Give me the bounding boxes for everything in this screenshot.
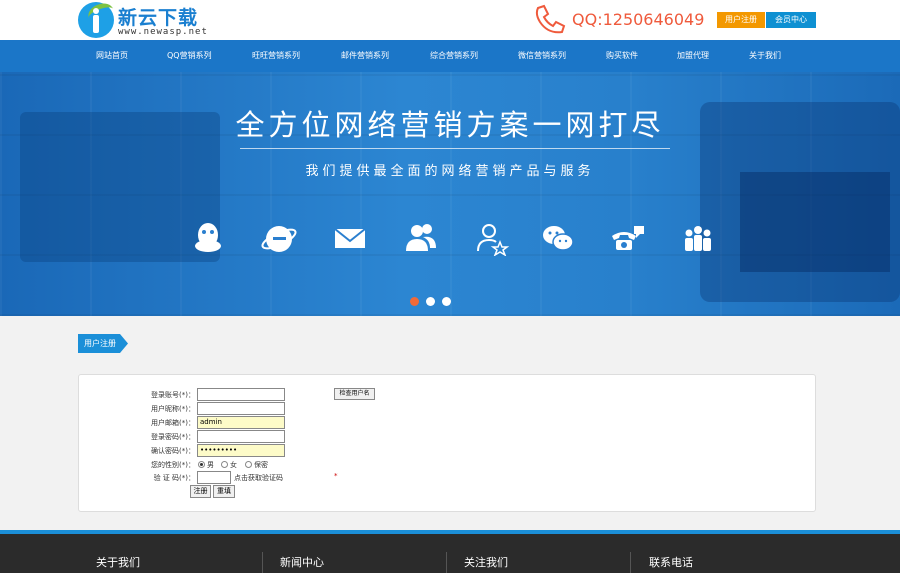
label-nickname: 用户昵称(*)： bbox=[151, 405, 195, 413]
email-input[interactable]: admin bbox=[197, 416, 285, 429]
nav-item-buy[interactable]: 购买软件 bbox=[606, 40, 638, 72]
users-icon[interactable] bbox=[403, 220, 439, 256]
gender-radio-secret[interactable] bbox=[245, 461, 252, 468]
banner-shade bbox=[740, 172, 890, 272]
logo-mark-icon bbox=[78, 2, 114, 38]
label-password: 登录密码(*)： bbox=[151, 433, 195, 441]
slider-dot-2[interactable] bbox=[426, 297, 435, 306]
account-input[interactable] bbox=[197, 388, 285, 401]
reset-button[interactable]: 重填 bbox=[213, 485, 235, 498]
label-gender: 您的性别(*)： bbox=[151, 461, 195, 469]
nav-item-about[interactable]: 关于我们 bbox=[749, 40, 781, 72]
nav-item-qq[interactable]: QQ营销系列 bbox=[167, 40, 212, 72]
site-logo[interactable]: 新云下载 www.newasp.net bbox=[78, 2, 218, 38]
member-center-button[interactable]: 会员中心 bbox=[766, 12, 816, 28]
site-header: 新云下载 www.newasp.net QQ:1250646049 用户注册 会… bbox=[0, 0, 900, 40]
banner-title: 全方位网络营销方案一网打尽 bbox=[235, 108, 665, 142]
nav-item-home[interactable]: 网站首页 bbox=[96, 40, 128, 72]
telephone-icon[interactable] bbox=[610, 220, 646, 256]
banner-divider bbox=[240, 148, 670, 149]
footer-divider bbox=[446, 552, 447, 573]
qq-icon[interactable] bbox=[190, 220, 226, 256]
hero-banner: 全方位网络营销方案一网打尽 我们提供最全面的网络营销产品与服务 bbox=[0, 72, 900, 316]
confirm-password-input[interactable]: ••••••••• bbox=[197, 444, 285, 457]
footer-news[interactable]: 新闻中心 bbox=[280, 554, 324, 570]
password-input[interactable] bbox=[197, 430, 285, 443]
gender-radio-male[interactable] bbox=[198, 461, 205, 468]
check-username-button[interactable]: 检查用户名 bbox=[334, 388, 375, 400]
validation-mark: * bbox=[334, 472, 338, 480]
slider-dot-1[interactable] bbox=[410, 297, 419, 306]
label-email: 用户邮箱(*)： bbox=[151, 419, 195, 427]
nav-item-wangwang[interactable]: 旺旺营销系列 bbox=[252, 40, 300, 72]
browser-icon[interactable] bbox=[261, 220, 297, 256]
nav-item-email[interactable]: 邮件营销系列 bbox=[341, 40, 389, 72]
qq-number: QQ:1250646049 bbox=[572, 10, 705, 29]
user-star-icon[interactable] bbox=[474, 220, 510, 256]
footer-divider bbox=[630, 552, 631, 573]
footer-divider bbox=[262, 552, 263, 573]
gender-radio-female[interactable] bbox=[221, 461, 228, 468]
gender-female-label: 女 bbox=[230, 461, 237, 469]
site-footer: 关于我们 新闻中心 关注我们 联系电话 bbox=[0, 534, 900, 573]
nav-item-integrated[interactable]: 综合营销系列 bbox=[430, 40, 478, 72]
logo-title: 新云下载 bbox=[118, 7, 199, 29]
nav-item-wechat[interactable]: 微信营销系列 bbox=[518, 40, 566, 72]
footer-about[interactable]: 关于我们 bbox=[96, 554, 140, 570]
label-account: 登录账号(*)： bbox=[151, 391, 195, 399]
main-nav: 网站首页 QQ营销系列 旺旺营销系列 邮件营销系列 综合营销系列 微信营销系列 … bbox=[0, 40, 900, 72]
captcha-input[interactable] bbox=[197, 471, 231, 484]
wechat-icon[interactable] bbox=[540, 220, 576, 256]
captcha-hint-link[interactable]: 点击获取验证码 bbox=[234, 473, 283, 483]
phone-icon bbox=[535, 4, 566, 34]
gender-male-label: 男 bbox=[207, 461, 214, 469]
submit-button[interactable]: 注册 bbox=[190, 485, 211, 498]
footer-phone[interactable]: 联系电话 bbox=[649, 554, 693, 570]
gender-secret-label: 保密 bbox=[254, 461, 268, 469]
label-confirm: 确认密码(*)： bbox=[151, 447, 195, 455]
logo-subtitle: www.newasp.net bbox=[118, 27, 208, 37]
register-button[interactable]: 用户注册 bbox=[717, 12, 765, 28]
nickname-input[interactable] bbox=[197, 402, 285, 415]
group-icon[interactable] bbox=[680, 220, 716, 256]
section-tag: 用户注册 bbox=[78, 334, 128, 353]
mail-icon[interactable] bbox=[332, 220, 368, 256]
nav-item-agent[interactable]: 加盟代理 bbox=[677, 40, 709, 72]
slider-dot-3[interactable] bbox=[442, 297, 451, 306]
footer-follow[interactable]: 关注我们 bbox=[464, 554, 508, 570]
label-captcha: 验 证 码(*)： bbox=[153, 474, 195, 482]
banner-subtitle: 我们提供最全面的网络营销产品与服务 bbox=[305, 164, 595, 179]
